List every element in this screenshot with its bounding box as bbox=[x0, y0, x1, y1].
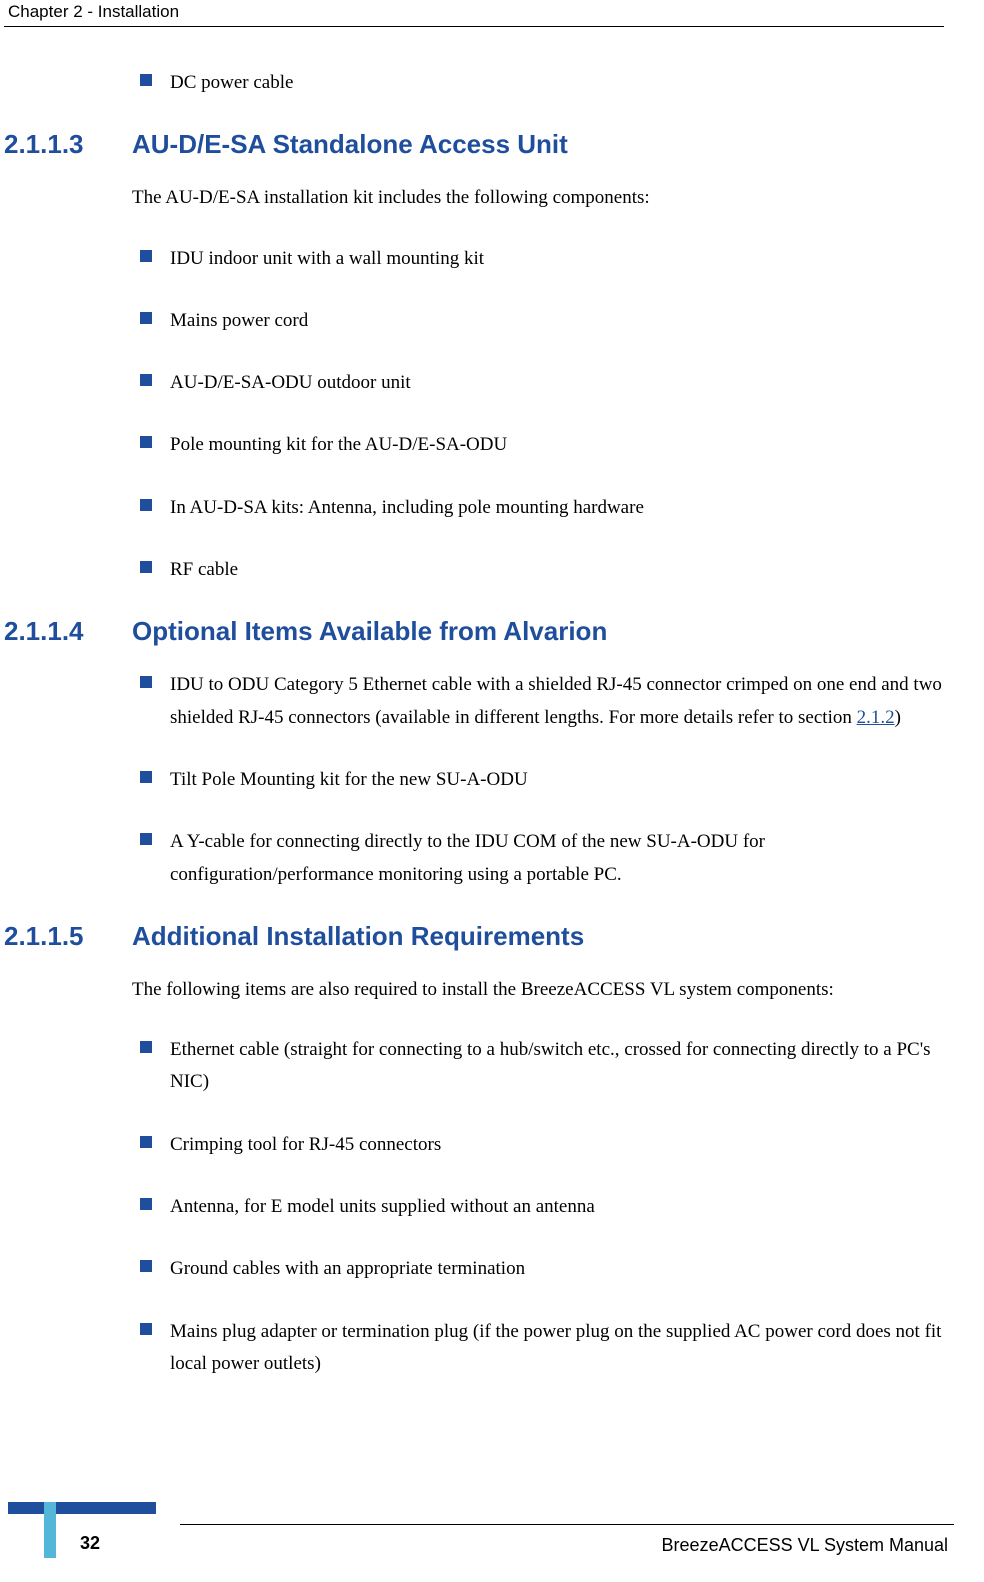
bullet-list: IDU indoor unit with a wall mounting kit… bbox=[0, 243, 954, 587]
section-intro: The following items are also required to… bbox=[0, 974, 954, 1006]
bullet-list: IDU to ODU Category 5 Ethernet cable wit… bbox=[0, 669, 954, 890]
footer-divider bbox=[180, 1524, 954, 1525]
bullet-square-icon bbox=[140, 676, 152, 688]
bullet-text: DC power cable bbox=[170, 67, 954, 99]
bullet-list: DC power cable bbox=[0, 67, 954, 99]
bullet-text: Tilt Pole Mounting kit for the new SU-A-… bbox=[170, 764, 954, 796]
section-title: AU-D/E-SA Standalone Access Unit bbox=[132, 129, 954, 160]
section-number: 2.1.1.4 bbox=[4, 616, 132, 647]
list-item: Crimping tool for RJ-45 connectors bbox=[0, 1129, 954, 1161]
page-footer: 32 BreezeACCESS VL System Manual bbox=[0, 1524, 984, 1558]
section-title: Optional Items Available from Alvarion bbox=[132, 616, 954, 647]
bullet-square-icon bbox=[140, 1136, 152, 1148]
bullet-square-icon bbox=[140, 250, 152, 262]
bullet-text: In AU-D-SA kits: Antenna, including pole… bbox=[170, 492, 954, 524]
bullet-square-icon bbox=[140, 561, 152, 573]
bullet-text: Pole mounting kit for the AU-D/E-SA-ODU bbox=[170, 429, 954, 461]
list-item: A Y-cable for connecting directly to the… bbox=[0, 826, 954, 891]
bullet-text: A Y-cable for connecting directly to the… bbox=[170, 826, 954, 891]
accent-bar-horizontal bbox=[8, 1502, 156, 1514]
footer-row: 32 BreezeACCESS VL System Manual bbox=[0, 1533, 984, 1558]
bullet-square-icon bbox=[140, 436, 152, 448]
bullet-text: IDU to ODU Category 5 Ethernet cable wit… bbox=[170, 669, 954, 734]
section-heading: 2.1.1.4 Optional Items Available from Al… bbox=[0, 616, 954, 647]
bullet-square-icon bbox=[140, 1041, 152, 1053]
cross-reference-link[interactable]: 2.1.2 bbox=[857, 707, 895, 728]
section-intro: The AU-D/E-SA installation kit includes … bbox=[0, 182, 954, 214]
bullet-square-icon bbox=[140, 1323, 152, 1335]
bullet-text: Ethernet cable (straight for connecting … bbox=[170, 1034, 954, 1099]
page-number: 32 bbox=[0, 1533, 180, 1558]
accent-bar-vertical bbox=[44, 1502, 56, 1558]
list-item: Mains power cord bbox=[0, 305, 954, 337]
bullet-square-icon bbox=[140, 1260, 152, 1272]
bullet-square-icon bbox=[140, 74, 152, 86]
bullet-square-icon bbox=[140, 833, 152, 845]
manual-title: BreezeACCESS VL System Manual bbox=[180, 1535, 984, 1556]
text-segment: ) bbox=[895, 707, 901, 728]
section-number: 2.1.1.3 bbox=[4, 129, 132, 160]
list-item: Ground cables with an appropriate termin… bbox=[0, 1253, 954, 1285]
bullet-square-icon bbox=[140, 312, 152, 324]
header-text: Chapter 2 - Installation bbox=[8, 2, 179, 21]
section-heading: 2.1.1.5 Additional Installation Requirem… bbox=[0, 921, 954, 952]
list-item: DC power cable bbox=[0, 67, 954, 99]
bullet-text: Ground cables with an appropriate termin… bbox=[170, 1253, 954, 1285]
bullet-square-icon bbox=[140, 1198, 152, 1210]
bullet-square-icon bbox=[140, 771, 152, 783]
document-page: Chapter 2 - Installation DC power cable … bbox=[0, 0, 984, 1582]
list-item: AU-D/E-SA-ODU outdoor unit bbox=[0, 367, 954, 399]
list-item: Ethernet cable (straight for connecting … bbox=[0, 1034, 954, 1099]
bullet-list: Ethernet cable (straight for connecting … bbox=[0, 1034, 954, 1380]
list-item: RF cable bbox=[0, 554, 954, 586]
bullet-text: AU-D/E-SA-ODU outdoor unit bbox=[170, 367, 954, 399]
list-item: In AU-D-SA kits: Antenna, including pole… bbox=[0, 492, 954, 524]
list-item: IDU indoor unit with a wall mounting kit bbox=[0, 243, 954, 275]
page-header: Chapter 2 - Installation bbox=[4, 0, 944, 27]
bullet-text: RF cable bbox=[170, 554, 954, 586]
bullet-text: Mains power cord bbox=[170, 305, 954, 337]
bullet-text: Mains plug adapter or termination plug (… bbox=[170, 1316, 954, 1381]
list-item: IDU to ODU Category 5 Ethernet cable wit… bbox=[0, 669, 954, 734]
list-item: Tilt Pole Mounting kit for the new SU-A-… bbox=[0, 764, 954, 796]
list-item: Pole mounting kit for the AU-D/E-SA-ODU bbox=[0, 429, 954, 461]
section-number: 2.1.1.5 bbox=[4, 921, 132, 952]
bullet-text: Antenna, for E model units supplied with… bbox=[170, 1191, 954, 1223]
section-title: Additional Installation Requirements bbox=[132, 921, 954, 952]
section-heading: 2.1.1.3 AU-D/E-SA Standalone Access Unit bbox=[0, 129, 954, 160]
list-item: Antenna, for E model units supplied with… bbox=[0, 1191, 954, 1223]
text-segment: IDU to ODU Category 5 Ethernet cable wit… bbox=[170, 674, 942, 727]
bullet-text: IDU indoor unit with a wall mounting kit bbox=[170, 243, 954, 275]
list-item: Mains plug adapter or termination plug (… bbox=[0, 1316, 954, 1381]
page-content: DC power cable 2.1.1.3 AU-D/E-SA Standal… bbox=[0, 67, 984, 1380]
bullet-square-icon bbox=[140, 374, 152, 386]
bullet-square-icon bbox=[140, 499, 152, 511]
bullet-text: Crimping tool for RJ-45 connectors bbox=[170, 1129, 954, 1161]
